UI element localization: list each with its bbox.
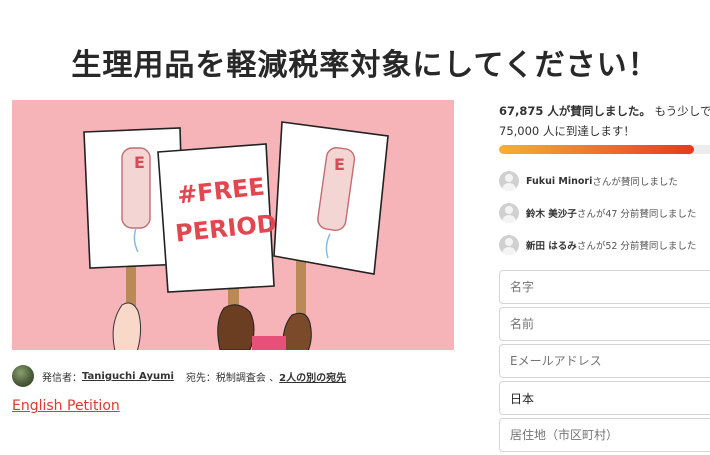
- last-name-field[interactable]: [499, 270, 710, 304]
- user-avatar-icon: [499, 171, 519, 191]
- petition-title: 生理用品を軽減税率対象にしてください！: [71, 48, 659, 84]
- svg-text:E: E: [334, 155, 345, 174]
- recent-signers-list: Fukui Minori さんが賛同しました 鈴木 美沙子 さんが47 分前賛同…: [499, 165, 710, 261]
- user-avatar-icon: [499, 203, 519, 223]
- signer-name: Fukui Minori: [526, 175, 593, 187]
- address-field[interactable]: [499, 418, 710, 452]
- recent-signer: 鈴木 美沙子 さんが47 分前賛同しました: [499, 197, 710, 229]
- sign-form: 日本: [499, 270, 710, 455]
- signer-action: さんが賛同しました: [592, 177, 678, 188]
- signature-count-number: 67,875 人が賛同しました。: [499, 104, 651, 118]
- english-petition-link[interactable]: English Petition: [12, 398, 120, 414]
- recipients-prefix: 宛先：税制調査会 、: [185, 372, 280, 384]
- signature-progress-fill: [499, 145, 694, 154]
- country-select[interactable]: 日本: [499, 381, 710, 415]
- free-periods-illustration: E #FREE PERIODS E: [12, 100, 454, 350]
- recipients-link[interactable]: 2人の別の宛先: [279, 369, 346, 384]
- recent-signer: 新田 はるみ さんが52 分前賛同しました: [499, 229, 710, 261]
- email-field[interactable]: [499, 344, 710, 378]
- signature-more-text: もう少しで: [654, 104, 710, 118]
- starter-avatar: [12, 365, 34, 387]
- first-name-field[interactable]: [499, 307, 710, 341]
- signer-name: 鈴木 美沙子: [526, 209, 577, 220]
- user-avatar-icon: [499, 235, 519, 255]
- svg-text:E: E: [134, 153, 145, 172]
- signer-action: さんが52 分前賛同しました: [576, 241, 697, 252]
- signature-progress-bar: [499, 145, 710, 154]
- starter-name-link[interactable]: Taniguchi Ayumi: [82, 371, 174, 382]
- signer-action: さんが47 分前賛同しました: [576, 209, 697, 220]
- petition-hero-image: E #FREE PERIODS E: [12, 100, 454, 350]
- petition-starter: 発信者： Taniguchi Ayumi 宛先：税制調査会 、 2人の別の宛先: [12, 365, 346, 387]
- starter-prefix: 発信者：: [42, 372, 82, 384]
- signer-name: 新田 はるみ: [526, 241, 577, 252]
- recent-signer: Fukui Minori さんが賛同しました: [499, 165, 710, 197]
- country-select-value: 日本: [510, 391, 535, 406]
- signature-count: 67,875 人が賛同しました。 もう少しで 75,000 人に到達します！: [499, 101, 710, 141]
- signature-goal: 75,000 人に到達します！: [499, 124, 635, 138]
